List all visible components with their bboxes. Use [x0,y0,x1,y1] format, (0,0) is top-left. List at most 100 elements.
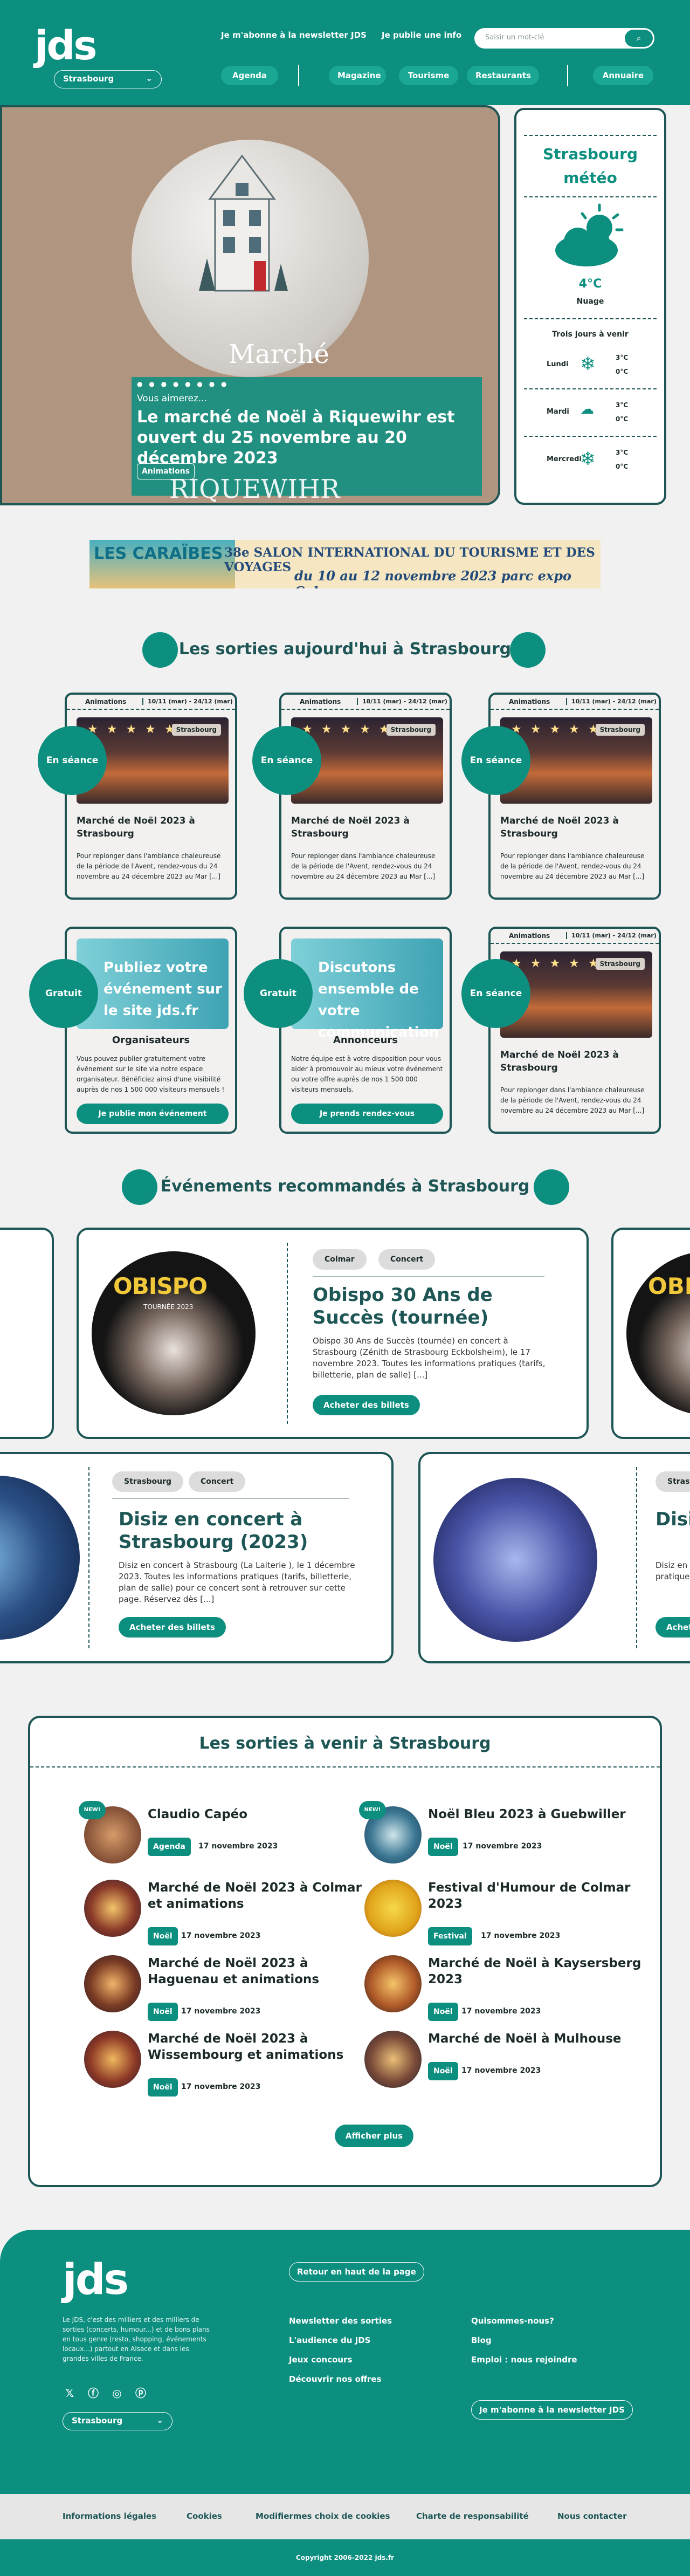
event-card[interactable]: Animations 10/11 (mar) - 24/12 (mar) ★★★… [65,693,237,900]
pinterest-icon[interactable]: ⓟ [134,2386,148,2400]
tag-city[interactable]: Colmar [313,1249,367,1270]
show-more-button[interactable]: Afficher plus [335,2125,413,2147]
event-ticket-partial[interactable]: Strasbourg Disiz Stra Disiz en c le 1 dé… [418,1452,690,1663]
forecast-min: 0°C [616,368,629,375]
publish-link[interactable]: Je publie une info [382,30,461,40]
event-category-tag[interactable]: Noël [148,2003,178,2021]
book-meeting-button[interactable]: Je prends rendez-vous [291,1104,443,1124]
ad-banner[interactable]: LES CARAÏBES 38e SALON INTERNATIONAL DU … [89,540,601,588]
legal-link[interactable]: Charte de responsabilité [416,2511,529,2521]
snow-icon: ❄ [580,353,596,375]
buy-tickets-button[interactable]: Achet [656,1617,690,1638]
legal-link[interactable]: Modifiermes choix de cookies [256,2511,390,2521]
section-title-upcoming: Les sorties à venir à Strasbourg [199,1734,491,1753]
ticket-title[interactable]: Disiz Stra [656,1508,690,1531]
event-title[interactable]: Marché de Noël à Mulhouse [428,2031,644,2047]
footer-link[interactable]: Découvrir nos offres [289,2374,382,2384]
carousel-dots[interactable]: ● ● ● ● ● ● ● ● [137,380,229,388]
event-title[interactable]: Marché de Noël à Kaysersberg 2023 [428,1955,644,1988]
publish-event-button[interactable]: Je publie mon événement [77,1104,229,1124]
nav-agenda[interactable]: Agenda [221,66,278,85]
event-ticket-partial[interactable]: OBISPO [611,1228,690,1439]
event-title[interactable]: Marché de Noël 2023 à Haguenau et animat… [148,1955,363,1988]
event-thumbnail [84,1880,141,1937]
event-title[interactable]: Marché de Noël 2023 à Strasbourg [500,1049,652,1074]
list-item[interactable]: Marché de Noël à Kaysersberg 2023 Noël 1… [364,1950,645,2021]
tag-city[interactable]: Strasbourg [656,1471,690,1492]
nav-restaurants[interactable]: Restaurants [467,66,539,85]
tag-category[interactable]: Concert [189,1471,246,1492]
event-category-tag[interactable]: Noël [428,2062,458,2080]
x-twitter-icon[interactable]: 𝕏 [63,2386,77,2400]
event-category-tag[interactable]: Noël [428,1838,458,1856]
event-category-tag[interactable]: Festival [428,1927,472,1945]
list-item[interactable]: Marché de Noël 2023 à Wissembourg et ani… [84,2025,364,2097]
footer-link[interactable]: Quisommes-nous? [471,2316,554,2326]
list-item[interactable]: NEW! Claudio Capéo Agenda 17 novembre 20… [79,1801,364,1866]
ticket-title[interactable]: Obispo 30 Ans de Succès (tournée) [313,1284,561,1329]
buy-tickets-button[interactable]: Acheter des billets [313,1395,420,1415]
event-category-tag[interactable]: Noël [148,1927,178,1945]
event-card[interactable]: Animations 10/11 (mar) - 24/12 (mar) ★★★… [488,693,661,900]
ticket-title[interactable]: Disiz en concert à Strasbourg (2023) [119,1508,367,1553]
event-title[interactable]: Marché de Noël 2023 à Colmar et animatio… [148,1880,363,1912]
status-badge: En séance [461,726,530,795]
footer-link[interactable]: Blog [471,2335,492,2345]
divider [524,318,657,319]
event-category-tag[interactable]: Noël [428,2003,458,2021]
legal-link[interactable]: Cookies [187,2511,222,2521]
event-category-tag[interactable]: Agenda [148,1838,191,1856]
event-title[interactable]: Festival d'Humour de Colmar 2023 [428,1880,644,1912]
search-button[interactable]: ⌕ [625,30,653,47]
event-ticket-partial[interactable] [0,1228,54,1439]
event-title[interactable]: Marché de Noël 2023 à Wissembourg et ani… [148,2031,363,2063]
legal-link[interactable]: Informations légales [63,2511,156,2521]
legal-link[interactable]: Nous contacter [557,2511,627,2521]
newsletter-button[interactable]: Je m'abonne à la newsletter JDS [471,2400,633,2420]
event-title[interactable]: Marché de Noël 2023 à Strasbourg [500,814,652,840]
nav-magazine[interactable]: Magazine [329,66,386,85]
city-label: Strasbourg [72,2416,123,2426]
tag-category[interactable]: Concert [378,1249,436,1270]
event-category: Animations [85,698,127,705]
list-item[interactable]: Marché de Noël à Mulhouse Noël 17 novemb… [364,2025,645,2090]
buy-tickets-button[interactable]: Acheter des billets [119,1617,226,1638]
footer-link[interactable]: Emploi : nous rejoindre [471,2355,577,2365]
event-ticket[interactable]: Strasbourg Concert Disiz en concert à St… [0,1452,394,1663]
list-item[interactable]: Marché de Noël 2023 à Colmar et animatio… [84,1874,364,1945]
instagram-icon[interactable]: ◎ [110,2386,124,2400]
event-title[interactable]: Noël Bleu 2023 à Guebwiller [428,1806,644,1823]
city-selector[interactable]: Strasbourg ⌄ [54,70,162,88]
nav-annuaire[interactable]: Annuaire [593,66,653,85]
list-item[interactable]: Marché de Noël 2023 à Haguenau et animat… [84,1950,364,2021]
facebook-icon[interactable]: ⓕ [86,2386,100,2400]
footer-logo[interactable]: jds [63,2256,129,2304]
tag-city[interactable]: Strasbourg [112,1471,183,1492]
newsletter-link[interactable]: Je m'abonne à la newsletter JDS [221,30,367,40]
back-to-top-button[interactable]: Retour en haut de la page [289,2262,424,2282]
footer-link[interactable]: L'audience du JDS [289,2335,370,2345]
nav-tourisme[interactable]: Tourisme [399,66,458,85]
event-card[interactable]: Animations 10/11 (mar) - 24/12 (mar) ★★★… [488,927,661,1134]
hero-title[interactable]: Le marché de Noël à Riquewihr est ouvert… [137,407,482,469]
footer-link[interactable]: Newsletter des sorties [289,2316,392,2326]
event-ticket[interactable]: OBISPO TOURNÉE 2023 Colmar Concert Obisp… [77,1228,589,1439]
ticket-description: Obispo 30 Ans de Succès (tournée) en con… [313,1336,546,1380]
footer-city-selector[interactable]: Strasbourg ⌄ [63,2412,172,2430]
weather-widget: Strasbourg météo 4°C Nuage Trois jours à… [514,108,666,505]
promo-banner-text: Discutons ensemble de votre communicatio… [318,960,439,1040]
search-input[interactable]: Saisir un mot-clé [485,33,544,42]
footer-link[interactable]: Jeux concours [289,2355,352,2365]
list-item[interactable]: NEW! Noël Bleu 2023 à Guebwiller Noël 17… [359,1801,645,1866]
list-item[interactable]: Festival d'Humour de Colmar 2023 Festiva… [364,1874,645,1945]
event-title[interactable]: Marché de Noël 2023 à Strasbourg [291,814,443,840]
promo-card-advertisers: Discutons ensemble de votre communicatio… [279,927,452,1134]
divider [524,388,657,389]
event-title[interactable]: Marché de Noël 2023 à Strasbourg [77,814,229,840]
event-card[interactable]: Animations 18/11 (mar) - 24/12 (mar) ★★★… [279,693,452,900]
hero-carousel[interactable]: Marché ● ● ● ● ● ● ● ● Vous aimerez... L… [0,105,500,505]
event-title[interactable]: Claudio Capéo [148,1806,363,1823]
event-date: 17 novembre 2023 [198,1842,278,1851]
event-category-tag[interactable]: Noël [148,2078,178,2097]
site-logo[interactable]: jds [34,26,97,66]
